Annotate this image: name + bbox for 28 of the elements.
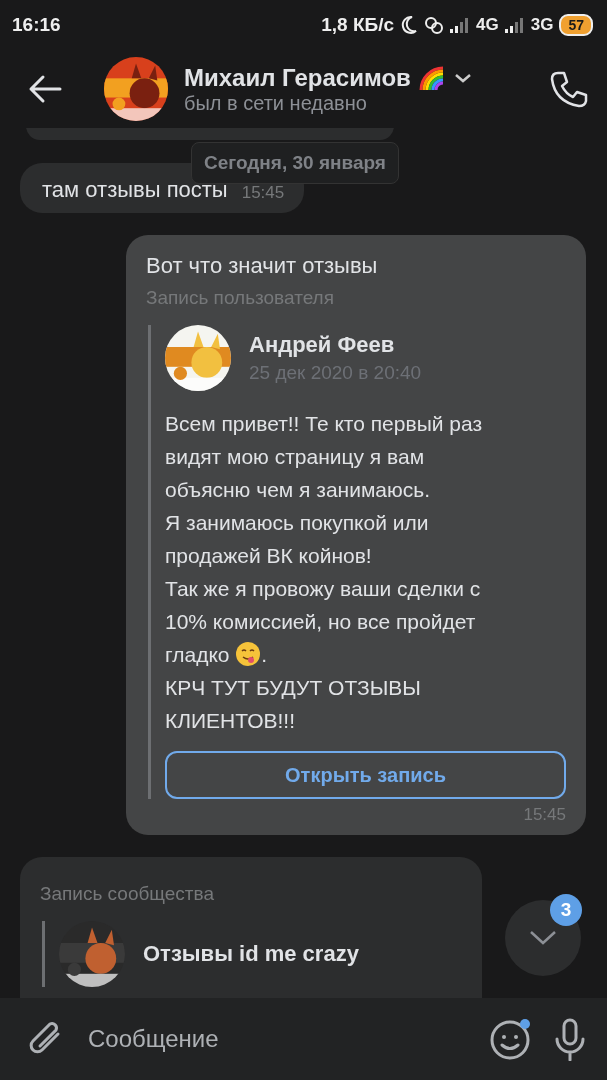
post-text: гладко <box>165 643 230 666</box>
network-speed: 1,8 КБ/с <box>321 14 395 36</box>
back-arrow-icon[interactable] <box>28 74 62 104</box>
phone-icon[interactable] <box>549 69 589 109</box>
last-seen-status: был в сети недавно <box>184 91 368 115</box>
battery-level: 57 <box>559 14 593 36</box>
message-text: Вот что значит отзывы <box>146 253 379 279</box>
signal-icon <box>450 17 471 33</box>
smiley-icon[interactable] <box>489 1017 533 1061</box>
unread-count: 3 <box>550 894 582 926</box>
signal-icon <box>504 17 525 33</box>
chevron-down-icon <box>528 929 558 947</box>
rings-icon <box>424 15 445 35</box>
post-text: Я занимаюсь покупкой или продажей ВК койнов! <box>165 511 429 567</box>
clock: 16:16 <box>12 14 61 36</box>
post-label: Запись сообщества <box>40 883 215 905</box>
network-type: 4G <box>476 15 499 35</box>
moon-icon <box>400 15 419 35</box>
post-author[interactable]: Отзывы id me crazy <box>143 941 359 967</box>
message-time: 15:45 <box>241 183 285 203</box>
post-text: Всем привет!! Те кто первый раз видят мою страницу я вам объясню чем я занимаюсь. <box>165 412 483 501</box>
post-author[interactable]: Андрей Феев <box>249 332 422 358</box>
post-text: КРЧ ТУТ БУДУТ ОТЗЫВЫ КЛИЕНТОВ!!! <box>165 676 421 732</box>
open-post-button[interactable]: Открыть запись <box>165 751 566 799</box>
microphone-icon[interactable] <box>553 1017 587 1061</box>
contact-name[interactable]: Михаил Герасимов <box>184 63 411 92</box>
network-type: 3G <box>530 15 554 35</box>
post-text: . <box>261 643 268 666</box>
